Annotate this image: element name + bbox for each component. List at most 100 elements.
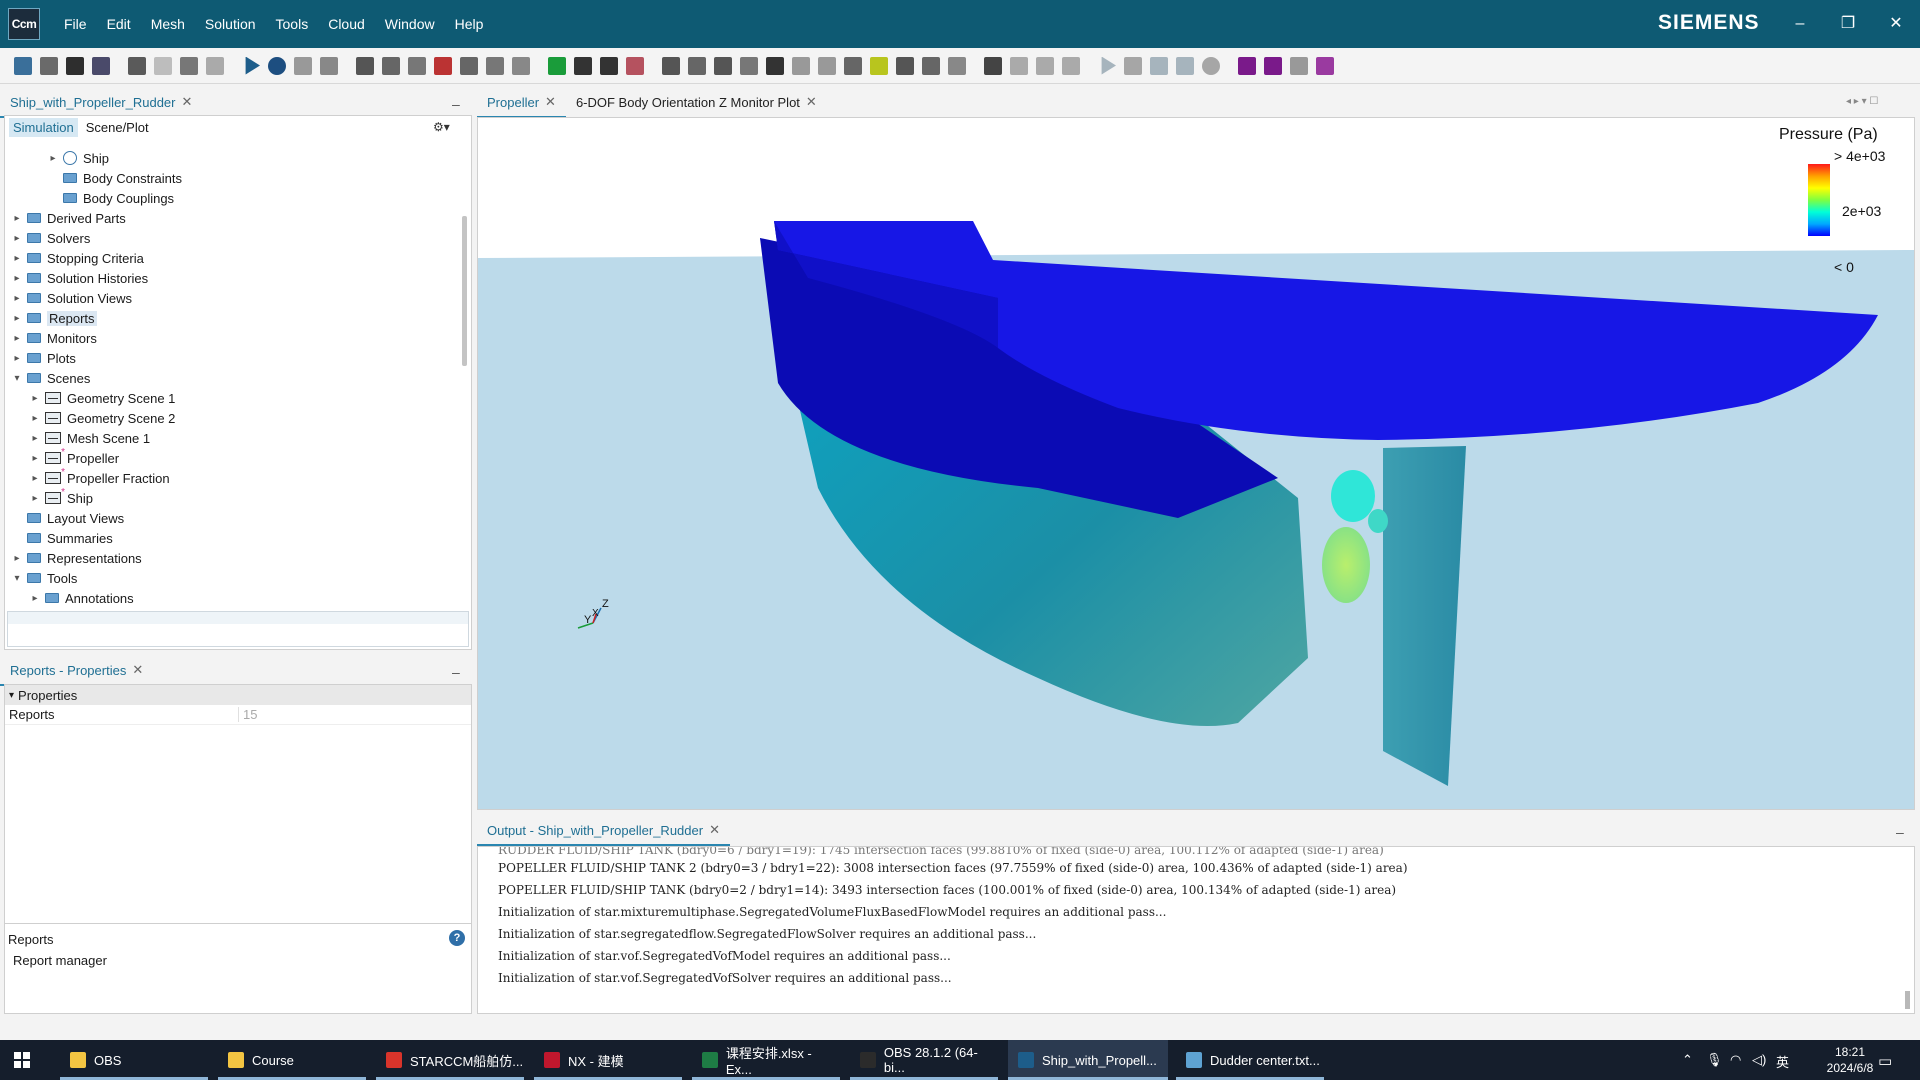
taskbar-app[interactable]: Course: [218, 1040, 366, 1080]
tree-item[interactable]: Body Constraints: [47, 168, 182, 188]
subtab-simulation[interactable]: Simulation: [9, 117, 78, 137]
tree-item[interactable]: ▸ Mesh Scene 1: [29, 428, 150, 448]
open-icon[interactable]: [40, 56, 58, 75]
menu-cloud[interactable]: Cloud: [318, 0, 375, 48]
geometry-icon[interactable]: [356, 56, 374, 75]
tree-item[interactable]: ▸ Stopping Criteria: [11, 248, 143, 268]
record-icon[interactable]: [1202, 56, 1220, 75]
resize-icon[interactable]: [1036, 56, 1054, 75]
menu-tools[interactable]: Tools: [266, 0, 319, 48]
tray-chevron-icon[interactable]: ⌃: [1682, 1052, 1693, 1068]
microphone-icon[interactable]: 🎙: [1706, 1052, 1723, 1068]
expand-arrow-icon[interactable]: ▸: [11, 553, 23, 564]
minimize-panel-icon[interactable]: –: [452, 664, 460, 680]
output-scrollbar[interactable]: [1905, 991, 1910, 1009]
expand-arrow-icon[interactable]: ▸: [11, 213, 23, 224]
mesh-icon[interactable]: [382, 56, 400, 75]
expand-arrow-icon[interactable]: ▸: [11, 313, 23, 324]
screenshot-icon[interactable]: [662, 56, 680, 75]
properties-header[interactable]: ▾ Properties: [5, 685, 471, 705]
axis-icon[interactable]: [1010, 56, 1028, 75]
scene-viewport[interactable]: Z Y X Pressure (Pa) > 4e+03 2e+03 < 0: [477, 117, 1915, 810]
tab-6dof-monitor-plot[interactable]: 6-DOF Body Orientation Z Monitor Plot ✕: [566, 94, 827, 118]
plane-icon[interactable]: [870, 56, 888, 75]
tab-output[interactable]: Output - Ship_with_Propeller_Rudder ✕: [477, 822, 730, 846]
help-icon[interactable]: ?: [449, 930, 465, 946]
expand-arrow-icon[interactable]: ▸: [11, 333, 23, 344]
tree-item[interactable]: ▾ Scenes: [11, 368, 90, 388]
expand-arrow-icon[interactable]: ▸: [11, 353, 23, 364]
step-icon[interactable]: [268, 56, 286, 75]
select-icon[interactable]: [740, 56, 758, 75]
tree-item[interactable]: ▸ Reports: [11, 308, 97, 328]
camera-icon[interactable]: [766, 56, 784, 75]
window-split-icon[interactable]: [1264, 56, 1282, 75]
tree-item[interactable]: ▸ Ship: [47, 148, 109, 168]
copy-icon[interactable]: [128, 56, 146, 75]
restore-button[interactable]: ❐: [1836, 12, 1860, 36]
clear-mesh-icon[interactable]: [434, 56, 452, 75]
tree-item[interactable]: ▸ * Propeller: [29, 447, 119, 468]
tree-item[interactable]: Summaries: [11, 528, 113, 548]
taskbar-app[interactable]: NX - 建模: [534, 1040, 682, 1080]
step-back-icon[interactable]: [1150, 56, 1168, 75]
window-layout-icon[interactable]: [1238, 56, 1256, 75]
taskbar-app[interactable]: STARCCM船舶仿...: [376, 1040, 524, 1080]
notification-icon[interactable]: ▭: [1878, 1052, 1892, 1070]
stop-icon[interactable]: [320, 56, 338, 75]
menu-solution[interactable]: Solution: [195, 0, 266, 48]
tree-item[interactable]: Body Couplings: [47, 188, 174, 208]
new-simulation-icon[interactable]: [14, 56, 32, 75]
flag-icon[interactable]: [460, 56, 478, 75]
undo-icon[interactable]: [180, 56, 198, 75]
green-flag-icon[interactable]: [548, 56, 566, 75]
taskbar-app[interactable]: 课程安排.xlsx - Ex...: [692, 1040, 840, 1080]
tree-item[interactable]: Layout Views: [11, 508, 124, 528]
annotate-icon[interactable]: [1062, 56, 1080, 75]
back-icon[interactable]: [792, 56, 810, 75]
collapse-arrow-icon[interactable]: ▾: [11, 373, 23, 384]
layout-icon[interactable]: [948, 56, 966, 75]
tab-reports-properties[interactable]: Reports - Properties ✕: [0, 662, 154, 686]
tree-item[interactable]: ▸ Monitors: [11, 328, 96, 348]
more-tools-dropdown-icon[interactable]: [1316, 56, 1334, 75]
close-button[interactable]: ✕: [1884, 12, 1908, 36]
close-icon[interactable]: ✕: [709, 822, 720, 838]
menu-edit[interactable]: Edit: [97, 0, 141, 48]
surface-icon[interactable]: [486, 56, 504, 75]
tree-item[interactable]: ▸ Derived Parts: [11, 208, 125, 228]
network-icon[interactable]: ◠: [1730, 1052, 1741, 1068]
play-animation-icon[interactable]: [1101, 56, 1116, 75]
tree-item[interactable]: ▸ Solvers: [11, 228, 90, 248]
tree-filter-box[interactable]: [7, 611, 469, 647]
tree-item[interactable]: ▸ Geometry Scene 2: [29, 408, 175, 428]
expand-arrow-icon[interactable]: ▸: [11, 253, 23, 264]
tree-item[interactable]: ▸ * Ship: [29, 487, 93, 508]
expand-arrow-icon[interactable]: ▸: [29, 413, 41, 424]
volume-mesh-icon[interactable]: [408, 56, 426, 75]
expand-arrow-icon[interactable]: ▸: [29, 433, 41, 444]
walk-icon[interactable]: [574, 56, 592, 75]
tree-item[interactable]: ▾ Tools: [11, 568, 77, 588]
grid-icon[interactable]: [922, 56, 940, 75]
view-icon[interactable]: [844, 56, 862, 75]
step-forward-icon[interactable]: [1176, 56, 1194, 75]
tree-options-icon[interactable]: ⚙▾: [433, 120, 450, 134]
menu-file[interactable]: File: [54, 0, 97, 48]
expand-arrow-icon[interactable]: ▸: [11, 273, 23, 284]
collapse-icon[interactable]: ▾: [9, 690, 14, 701]
expand-arrow-icon[interactable]: ▸: [29, 453, 41, 464]
expand-arrow-icon[interactable]: ▸: [29, 393, 41, 404]
close-icon[interactable]: ✕: [806, 94, 817, 110]
tree-item[interactable]: ▸ Solution Histories: [11, 268, 148, 288]
run-icon[interactable]: [245, 56, 260, 75]
paste-icon[interactable]: [154, 56, 172, 75]
starccm-logo-icon[interactable]: Ccm: [8, 8, 40, 40]
subtab-scene-plot[interactable]: Scene/Plot: [82, 118, 153, 137]
close-icon[interactable]: ✕: [132, 662, 143, 678]
record-stop-icon[interactable]: [626, 56, 644, 75]
tree-item[interactable]: ▸ Plots: [11, 348, 75, 368]
taskbar-app[interactable]: OBS 28.1.2 (64-bi...: [850, 1040, 998, 1080]
table-icon[interactable]: [512, 56, 530, 75]
expand-arrow-icon[interactable]: ▸: [47, 153, 59, 164]
